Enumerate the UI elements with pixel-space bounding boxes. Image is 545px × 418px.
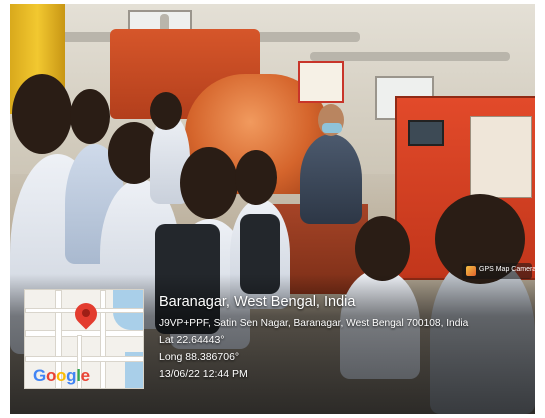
google-logo: Google — [33, 366, 90, 385]
student-head — [12, 74, 72, 154]
camera-icon — [466, 266, 476, 276]
student-head — [150, 92, 182, 130]
longitude: Long 88.386706° — [159, 351, 240, 363]
gps-map-camera-badge: GPS Map Camera — [462, 263, 536, 279]
gps-badge-label: GPS Map Camera — [479, 266, 537, 273]
map-road — [25, 330, 143, 337]
overhead-pipe — [310, 52, 510, 61]
warning-sign — [298, 61, 344, 103]
student-head — [355, 216, 410, 281]
location-info: Baranagar, West Bengal, India J9VP+PPF, … — [159, 289, 535, 383]
latitude: Lat 22.64443° — [159, 334, 225, 346]
face-mask — [322, 123, 342, 133]
student-head — [180, 147, 238, 219]
geotagged-photo-frame: GPS Map Camera Google Baranagar, West Be… — [0, 0, 545, 418]
map-road — [25, 356, 143, 362]
student-head — [70, 89, 110, 144]
location-title: Baranagar, West Bengal, India — [159, 294, 356, 310]
location-address: J9VP+PPF, Satin Sen Nagar, Baranagar, We… — [159, 318, 469, 329]
control-panel-display — [408, 120, 444, 146]
location-overlay: Google Baranagar, West Bengal, India J9V… — [16, 284, 535, 392]
date-time: 13/06/22 12:44 PM — [159, 368, 248, 380]
mini-map[interactable]: Google — [24, 289, 144, 389]
student-head — [235, 150, 277, 205]
map-road — [100, 290, 106, 388]
map-pin-center — [82, 309, 90, 317]
instructor — [300, 134, 362, 224]
control-panel-dials — [470, 116, 532, 198]
